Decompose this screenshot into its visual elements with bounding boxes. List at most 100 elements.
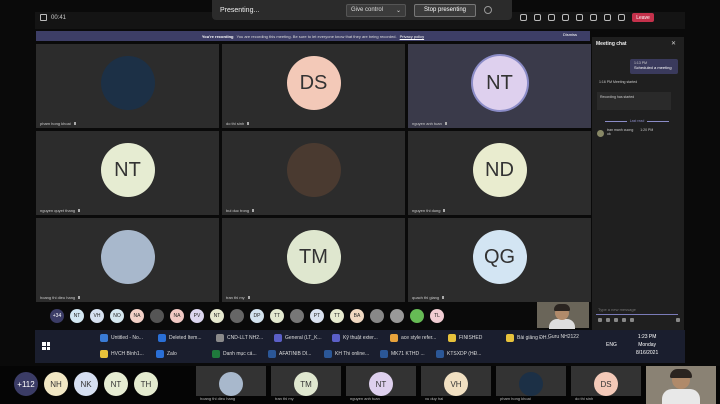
gif-icon[interactable] bbox=[622, 318, 626, 322]
taskbar-item[interactable]: General (LT_K... bbox=[274, 334, 330, 342]
participant-mini-avatar[interactable]: NT bbox=[210, 309, 224, 323]
taskbar-item[interactable]: HVCH Bình1... bbox=[100, 350, 156, 358]
participant-mini-avatar[interactable]: TL bbox=[430, 309, 444, 323]
participant-name: hoang thi dieu hang bbox=[40, 295, 81, 300]
taskbar-item[interactable]: ace style refer... bbox=[390, 334, 446, 342]
taskbar-item-label: AFATINIB DI... bbox=[279, 351, 312, 357]
participant-mini-avatar[interactable] bbox=[150, 309, 164, 323]
share-icon[interactable] bbox=[618, 14, 625, 21]
app-icon bbox=[506, 334, 514, 342]
self-camera-large bbox=[646, 366, 716, 404]
participant-name-text: pham hong khoai bbox=[40, 121, 71, 126]
participant-mini-avatar[interactable] bbox=[370, 309, 384, 323]
participant-mini-avatar[interactable]: PV bbox=[190, 309, 204, 323]
participant-mini-avatar[interactable]: +34 bbox=[50, 309, 64, 323]
taskbar-item[interactable]: AFATINIB DI... bbox=[268, 350, 324, 358]
participant-name-text: quach thi giang bbox=[412, 295, 440, 300]
participant-name-text: nguyen anh tuan bbox=[412, 121, 442, 126]
participant-avatar[interactable]: TH bbox=[134, 372, 158, 396]
chat-message-input[interactable] bbox=[596, 305, 678, 315]
participant-avatar: NT bbox=[472, 56, 527, 110]
participant-avatar[interactable]: +112 bbox=[14, 372, 38, 396]
participant-mini-avatar[interactable] bbox=[390, 309, 404, 323]
taskbar-item[interactable]: CND-LLT NH2... bbox=[216, 334, 272, 342]
mic-icon[interactable] bbox=[604, 14, 611, 21]
participant-mini-avatar[interactable]: TT bbox=[330, 309, 344, 323]
taskbar-item[interactable]: KTSXDP (HĐ... bbox=[436, 350, 492, 358]
mic-muted-icon bbox=[78, 209, 81, 212]
stop-presenting-button[interactable]: Stop presenting bbox=[414, 3, 476, 17]
app-icon bbox=[436, 350, 444, 358]
system-clock[interactable]: 1:23 PM Monday 8/16/2021 bbox=[636, 333, 658, 357]
participant-mini-avatar[interactable]: VH bbox=[90, 309, 104, 323]
app-icon bbox=[390, 334, 398, 342]
windows-start-icon[interactable] bbox=[42, 342, 50, 350]
more-icon[interactable] bbox=[576, 14, 583, 21]
sticker-icon[interactable] bbox=[630, 318, 634, 322]
chat-icon[interactable] bbox=[534, 14, 541, 21]
language-indicator[interactable]: ENG bbox=[606, 342, 617, 348]
taskbar-item[interactable]: Untitled - No... bbox=[100, 334, 156, 342]
taskbar-item[interactable]: FINISHED bbox=[448, 334, 504, 342]
participant-mini-avatar[interactable]: NO bbox=[110, 309, 124, 323]
video-tile[interactable]: NT nguyen anh tuan bbox=[408, 44, 591, 128]
video-tile[interactable]: hoang thi dieu hang bbox=[36, 218, 219, 302]
taskbar-item[interactable]: Zalo bbox=[156, 350, 212, 358]
close-icon[interactable]: ✕ bbox=[671, 40, 676, 47]
participant-avatar[interactable]: NT bbox=[104, 372, 128, 396]
give-control-dropdown[interactable]: Give control ⌄ bbox=[346, 3, 406, 17]
format-icon[interactable] bbox=[598, 318, 602, 322]
video-tile[interactable]: QG quach thi giang bbox=[408, 218, 591, 302]
participant-name: do thi sinh bbox=[575, 396, 594, 401]
taskbar-item-label: KH Thi online... bbox=[335, 351, 370, 357]
taskbar-item[interactable]: Danh mục cá... bbox=[212, 350, 268, 358]
participants-icon[interactable] bbox=[520, 14, 527, 21]
participant-avatar: TM bbox=[286, 230, 341, 284]
participant-avatar[interactable]: NH bbox=[44, 372, 68, 396]
video-tile[interactable]: NT nguyen quyet thang bbox=[36, 131, 219, 215]
taskbar-item-label: HVCH Bình1... bbox=[111, 351, 144, 357]
camera-icon[interactable] bbox=[590, 14, 597, 21]
video-tile[interactable]: bui duc trong bbox=[222, 131, 405, 215]
person-hair bbox=[554, 304, 570, 311]
taskbar-item-label: Untitled - No... bbox=[111, 335, 143, 341]
attach-icon[interactable] bbox=[606, 318, 610, 322]
leave-button[interactable]: Leave bbox=[632, 13, 654, 22]
emoji-icon[interactable] bbox=[614, 318, 618, 322]
participant-mini-avatar[interactable]: PT bbox=[310, 309, 324, 323]
video-tile[interactable]: DS do thi sinh bbox=[222, 44, 405, 128]
taskbar-item[interactable]: Kỹ thuật exter... bbox=[332, 334, 388, 342]
participant-mini-avatar[interactable] bbox=[290, 309, 304, 323]
participant-mini-avatar[interactable] bbox=[230, 309, 244, 323]
self-video-preview bbox=[537, 302, 589, 329]
participant-mini-avatar[interactable]: TT bbox=[270, 309, 284, 323]
taskbar-item[interactable]: Deleted Item... bbox=[158, 334, 214, 342]
taskbar-item[interactable]: KH Thi online... bbox=[324, 350, 380, 358]
clock-date: 8/16/2021 bbox=[636, 350, 659, 356]
participant-photo bbox=[100, 56, 155, 110]
video-tile[interactable]: pham hong khoai bbox=[36, 44, 219, 128]
participant-avatar[interactable]: NK bbox=[74, 372, 98, 396]
participant-mini-avatar[interactable]: NA bbox=[130, 309, 144, 323]
pin-icon[interactable] bbox=[484, 6, 492, 14]
mic-muted-icon bbox=[443, 209, 446, 212]
app-icon bbox=[100, 350, 108, 358]
send-icon[interactable] bbox=[676, 318, 680, 322]
taskbar-item[interactable]: MK71 KTHD ... bbox=[380, 350, 436, 358]
video-tile[interactable]: TM tran thi my bbox=[222, 218, 405, 302]
video-tile[interactable]: ND nguyen thi dung bbox=[408, 131, 591, 215]
reactions-icon[interactable] bbox=[548, 14, 555, 21]
rooms-icon[interactable] bbox=[562, 14, 569, 21]
privacy-policy-link[interactable]: Privacy policy bbox=[400, 34, 424, 39]
taskbar-item-guru[interactable]: Guru NH2122 bbox=[548, 334, 579, 340]
participant-name-text: bui duc trong bbox=[226, 208, 250, 213]
dismiss-button[interactable]: Dismiss bbox=[563, 32, 577, 37]
participant-mini-avatar[interactable]: NT bbox=[70, 309, 84, 323]
leave-label: Leave bbox=[636, 14, 650, 21]
participant-mini-avatar[interactable]: BA bbox=[350, 309, 364, 323]
participant-name: nguyen thi dung bbox=[412, 208, 446, 213]
scheduled-meeting-message: 1:13 PM Scheduled a meeting bbox=[630, 59, 678, 74]
participant-mini-avatar[interactable]: NA bbox=[170, 309, 184, 323]
participant-mini-avatar[interactable] bbox=[410, 309, 424, 323]
participant-mini-avatar[interactable]: DP bbox=[250, 309, 264, 323]
